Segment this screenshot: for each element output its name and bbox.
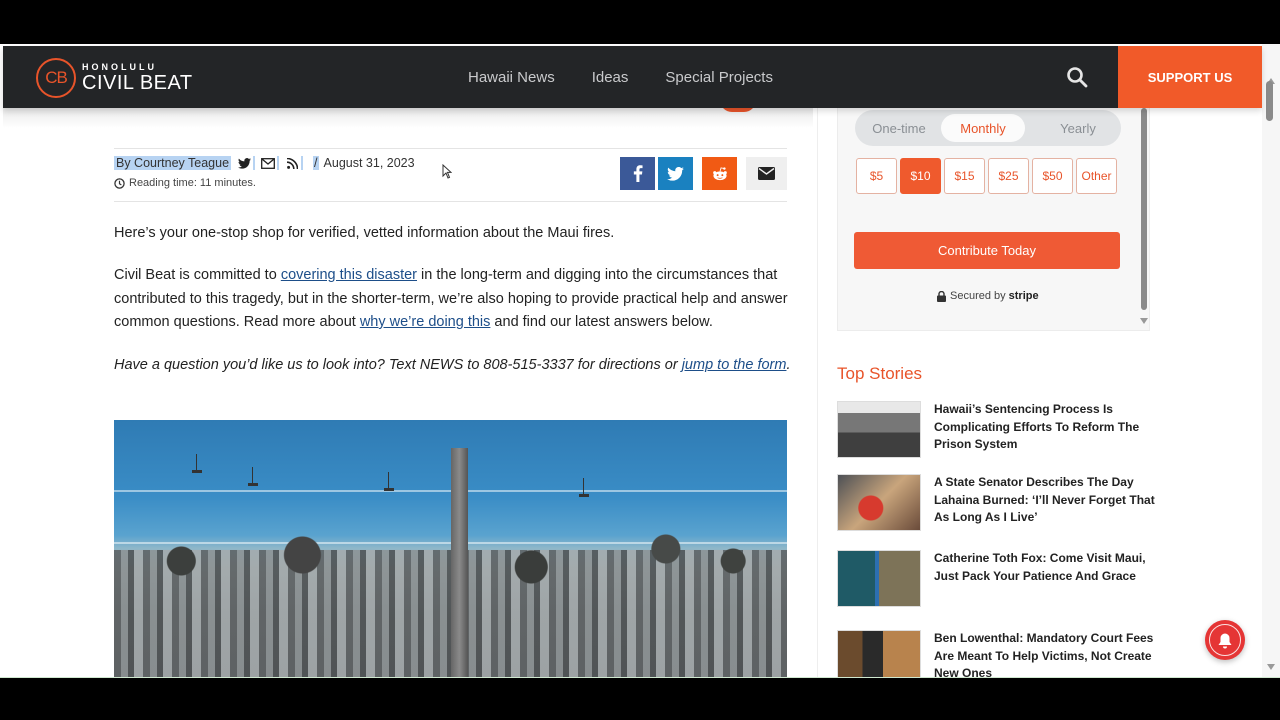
author-link[interactable]: By Courtney Teague <box>114 156 232 170</box>
headline-fade <box>3 108 813 128</box>
twitter-icon <box>667 166 684 181</box>
top-story-item[interactable]: A State Senator Describes The Day Lahain… <box>837 474 1157 531</box>
sailboat <box>579 478 589 497</box>
meta-divider-top <box>114 148 787 149</box>
story-title[interactable]: A State Senator Describes The Day Lahain… <box>934 474 1157 531</box>
story-title[interactable]: Catherine Toth Fox: Come Visit Maui, Jus… <box>934 550 1157 607</box>
amount-other[interactable]: Other <box>1076 158 1117 194</box>
top-story-item[interactable]: Hawaii’s Sentencing Process Is Complicat… <box>837 401 1157 458</box>
question-paragraph: Have a question you’d like us to look in… <box>114 354 794 378</box>
commitment-paragraph: Civil Beat is committed to covering this… <box>114 264 794 335</box>
story-thumbnail[interactable] <box>837 474 921 531</box>
publish-date: August 31, 2023 <box>323 156 415 170</box>
amount-10[interactable]: $10 <box>900 158 941 194</box>
smokestack <box>451 448 468 677</box>
story-thumbnail[interactable] <box>837 550 921 607</box>
amount-50[interactable]: $50 <box>1032 158 1073 194</box>
scrollbar-thumb[interactable] <box>1266 81 1273 121</box>
meta-divider-bottom <box>114 201 787 202</box>
story-thumbnail[interactable] <box>837 630 921 677</box>
secured-by-stripe: Secured by stripe <box>937 290 1039 302</box>
share-facebook-button[interactable] <box>620 157 655 190</box>
clock-icon <box>114 177 125 189</box>
logo-big-text: CIVIL BEAT <box>82 72 193 94</box>
story-title[interactable]: Hawaii’s Sentencing Process Is Complicat… <box>934 401 1157 458</box>
amount-25[interactable]: $25 <box>988 158 1029 194</box>
amount-5[interactable]: $5 <box>856 158 897 194</box>
frequency-one-time[interactable]: One-time <box>855 114 943 142</box>
scroll-down-arrow-icon[interactable] <box>1267 664 1275 670</box>
donation-widget: One-time Monthly Yearly $5 $10 $15 $25 $… <box>837 108 1150 331</box>
widget-scrollbar-thumb[interactable] <box>1141 108 1147 310</box>
top-story-item[interactable]: Catherine Toth Fox: Come Visit Maui, Jus… <box>837 550 1157 607</box>
site-logo[interactable]: CB HONOLULU CIVIL BEAT <box>36 58 193 98</box>
mail-icon[interactable] <box>261 156 275 170</box>
facebook-icon <box>633 165 643 182</box>
secured-text: Secured by <box>950 290 1006 302</box>
reading-time: Reading time: 11 minutes. <box>114 177 256 189</box>
share-reddit-button[interactable] <box>702 157 737 190</box>
why-doing-this-link[interactable]: why we’re doing this <box>360 314 491 330</box>
site-header: CB HONOLULU CIVIL BEAT Hawaii News Ideas… <box>3 46 1262 108</box>
browser-viewport: CB HONOLULU CIVIL BEAT Hawaii News Ideas… <box>0 44 1280 677</box>
email-icon <box>758 167 775 180</box>
text-segment: Civil Beat is committed to <box>114 267 281 283</box>
text-segment: Have a question you’d like us to look in… <box>114 357 682 373</box>
sidebar-separator <box>817 108 818 677</box>
lock-icon <box>937 290 946 302</box>
amount-15[interactable]: $15 <box>944 158 985 194</box>
nav-special-projects[interactable]: Special Projects <box>665 69 773 86</box>
logo-mark: CB <box>36 58 76 98</box>
search-icon[interactable] <box>1065 65 1089 89</box>
support-us-button[interactable]: SUPPORT US <box>1118 46 1262 108</box>
selection-highlight <box>253 156 256 170</box>
mouse-cursor-icon <box>442 164 452 179</box>
reading-time-text: Reading time: 11 minutes. <box>129 177 256 189</box>
page-scrollbar[interactable] <box>1262 44 1280 677</box>
stripe-brand: stripe <box>1008 290 1039 302</box>
widget-scrollbar[interactable] <box>1138 108 1150 331</box>
share-email-button[interactable] <box>746 157 787 190</box>
jump-to-form-link[interactable]: jump to the form <box>682 357 787 373</box>
story-title[interactable]: Ben Lowenthal: Mandatory Court Fees Are … <box>934 630 1157 677</box>
bell-icon <box>1218 633 1232 648</box>
viewport-bottom-edge <box>0 677 1280 678</box>
selection-highlight <box>277 156 280 170</box>
text-segment: and find our latest answers below. <box>490 314 713 330</box>
nav-hawaii-news[interactable]: Hawaii News <box>468 69 555 86</box>
text-segment: . <box>786 357 791 373</box>
hero-image <box>114 420 787 677</box>
main-nav: Hawaii News Ideas Special Projects <box>468 46 810 108</box>
covering-disaster-link[interactable]: covering this disaster <box>281 267 417 283</box>
twitter-icon[interactable] <box>237 156 251 170</box>
nav-ideas[interactable]: Ideas <box>592 69 629 86</box>
frequency-yearly[interactable]: Yearly <box>1035 114 1121 142</box>
sailboat <box>192 454 202 473</box>
selection-highlight <box>301 156 304 170</box>
top-stories-heading: Top Stories <box>837 364 923 383</box>
frequency-toggle: One-time Monthly Yearly <box>855 110 1121 146</box>
reddit-icon <box>712 166 727 180</box>
top-story-item[interactable]: Ben Lowenthal: Mandatory Court Fees Are … <box>837 630 1157 677</box>
sailboat <box>384 472 394 491</box>
notification-bell-button[interactable] <box>1205 620 1245 660</box>
contribute-today-button[interactable]: Contribute Today <box>854 232 1120 269</box>
share-twitter-button[interactable] <box>658 157 693 190</box>
widget-scroll-down-icon[interactable] <box>1140 318 1148 324</box>
byline: By Courtney Teague / August 31, 2023 <box>114 156 415 170</box>
frequency-monthly[interactable]: Monthly <box>941 114 1025 142</box>
rss-icon[interactable] <box>285 156 299 170</box>
story-thumbnail[interactable] <box>837 401 921 458</box>
byline-separator: / <box>313 156 319 170</box>
logo-small-text: HONOLULU <box>82 62 157 72</box>
amount-options: $5 $10 $15 $25 $50 Other <box>856 158 1120 194</box>
intro-paragraph: Here’s your one-stop shop for verified, … <box>114 225 615 241</box>
sailboat <box>248 467 258 486</box>
